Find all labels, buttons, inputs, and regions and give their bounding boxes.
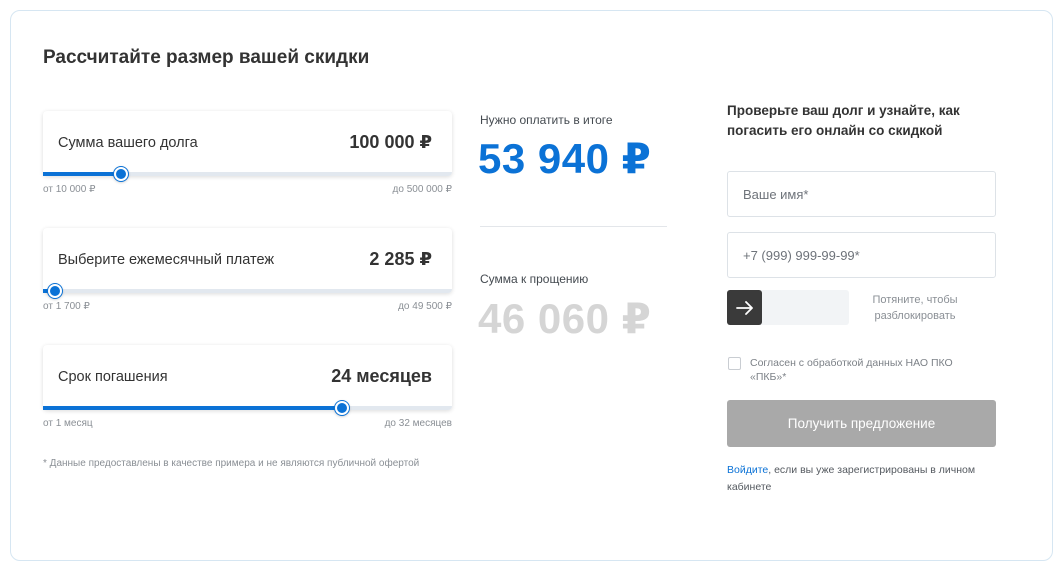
term-slider: Срок погашения 24 месяцев от 1 месяц до … <box>43 345 452 434</box>
unlock-hint: Потяните, чтобы разблокировать <box>872 294 958 322</box>
monthly-payment-thumb[interactable] <box>48 284 63 298</box>
phone-input[interactable] <box>727 232 996 278</box>
consent-checkbox[interactable] <box>728 357 741 370</box>
summary-divider <box>480 226 667 227</box>
debt-amount-thumb[interactable] <box>113 167 128 181</box>
term-track[interactable] <box>43 401 452 415</box>
get-offer-button[interactable]: Получить предложение <box>727 400 996 447</box>
term-value: 24 месяцев <box>331 366 432 386</box>
debt-amount-label: Сумма вашего долга <box>58 135 198 151</box>
consent-label: Согласен с обработкой данных НАО ПКО «ПК… <box>750 357 953 383</box>
unlock-slider[interactable] <box>727 290 849 325</box>
login-link[interactable]: Войдите <box>727 464 768 476</box>
name-input[interactable] <box>727 171 996 217</box>
term-thumb[interactable] <box>334 401 349 415</box>
monthly-payment-min: от 1 700 ₽ <box>43 301 90 312</box>
to-pay-label: Нужно оплатить в итоге <box>480 113 613 127</box>
debt-amount-slider: Сумма вашего долга 100 000 ₽ от 10 000 ₽… <box>43 111 452 200</box>
forgiven-label: Сумма к прощению <box>480 272 589 286</box>
term-label: Срок погашения <box>58 369 168 385</box>
disclaimer-footnote: * Данные предоставлены в качестве пример… <box>43 458 420 469</box>
page-title: Рассчитайте размер вашей скидки <box>43 47 370 68</box>
debt-amount-track[interactable] <box>43 167 452 181</box>
form-heading: Проверьте ваш долг и узнайте, как погаси… <box>727 103 960 138</box>
debt-amount-min: от 10 000 ₽ <box>43 184 96 195</box>
debt-amount-max: до 500 000 ₽ <box>392 184 452 195</box>
unlock-handle[interactable] <box>727 290 762 325</box>
term-min: от 1 месяц <box>43 418 93 429</box>
monthly-payment-value: 2 285 ₽ <box>369 249 432 269</box>
monthly-payment-max: до 49 500 ₽ <box>398 301 452 312</box>
login-note: Войдите, если вы уже зарегистрированы в … <box>727 462 997 496</box>
monthly-payment-track[interactable] <box>43 284 452 298</box>
monthly-payment-label: Выберите ежемесячный платеж <box>58 252 275 268</box>
forgiven-amount: 46 060 ₽ <box>478 295 652 342</box>
debt-amount-fill <box>43 172 121 176</box>
term-box: Срок погашения 24 месяцев <box>43 345 452 415</box>
debt-amount-value: 100 000 ₽ <box>349 132 432 152</box>
debt-amount-box: Сумма вашего долга 100 000 ₽ <box>43 111 452 181</box>
term-max: до 32 месяцев <box>384 418 452 429</box>
monthly-payment-box: Выберите ежемесячный платеж 2 285 ₽ <box>43 228 452 298</box>
term-fill <box>43 406 342 410</box>
monthly-payment-slider: Выберите ежемесячный платеж 2 285 ₽ от 1… <box>43 228 452 317</box>
arrow-right-icon <box>735 300 753 315</box>
to-pay-amount: 53 940 ₽ <box>478 135 652 182</box>
